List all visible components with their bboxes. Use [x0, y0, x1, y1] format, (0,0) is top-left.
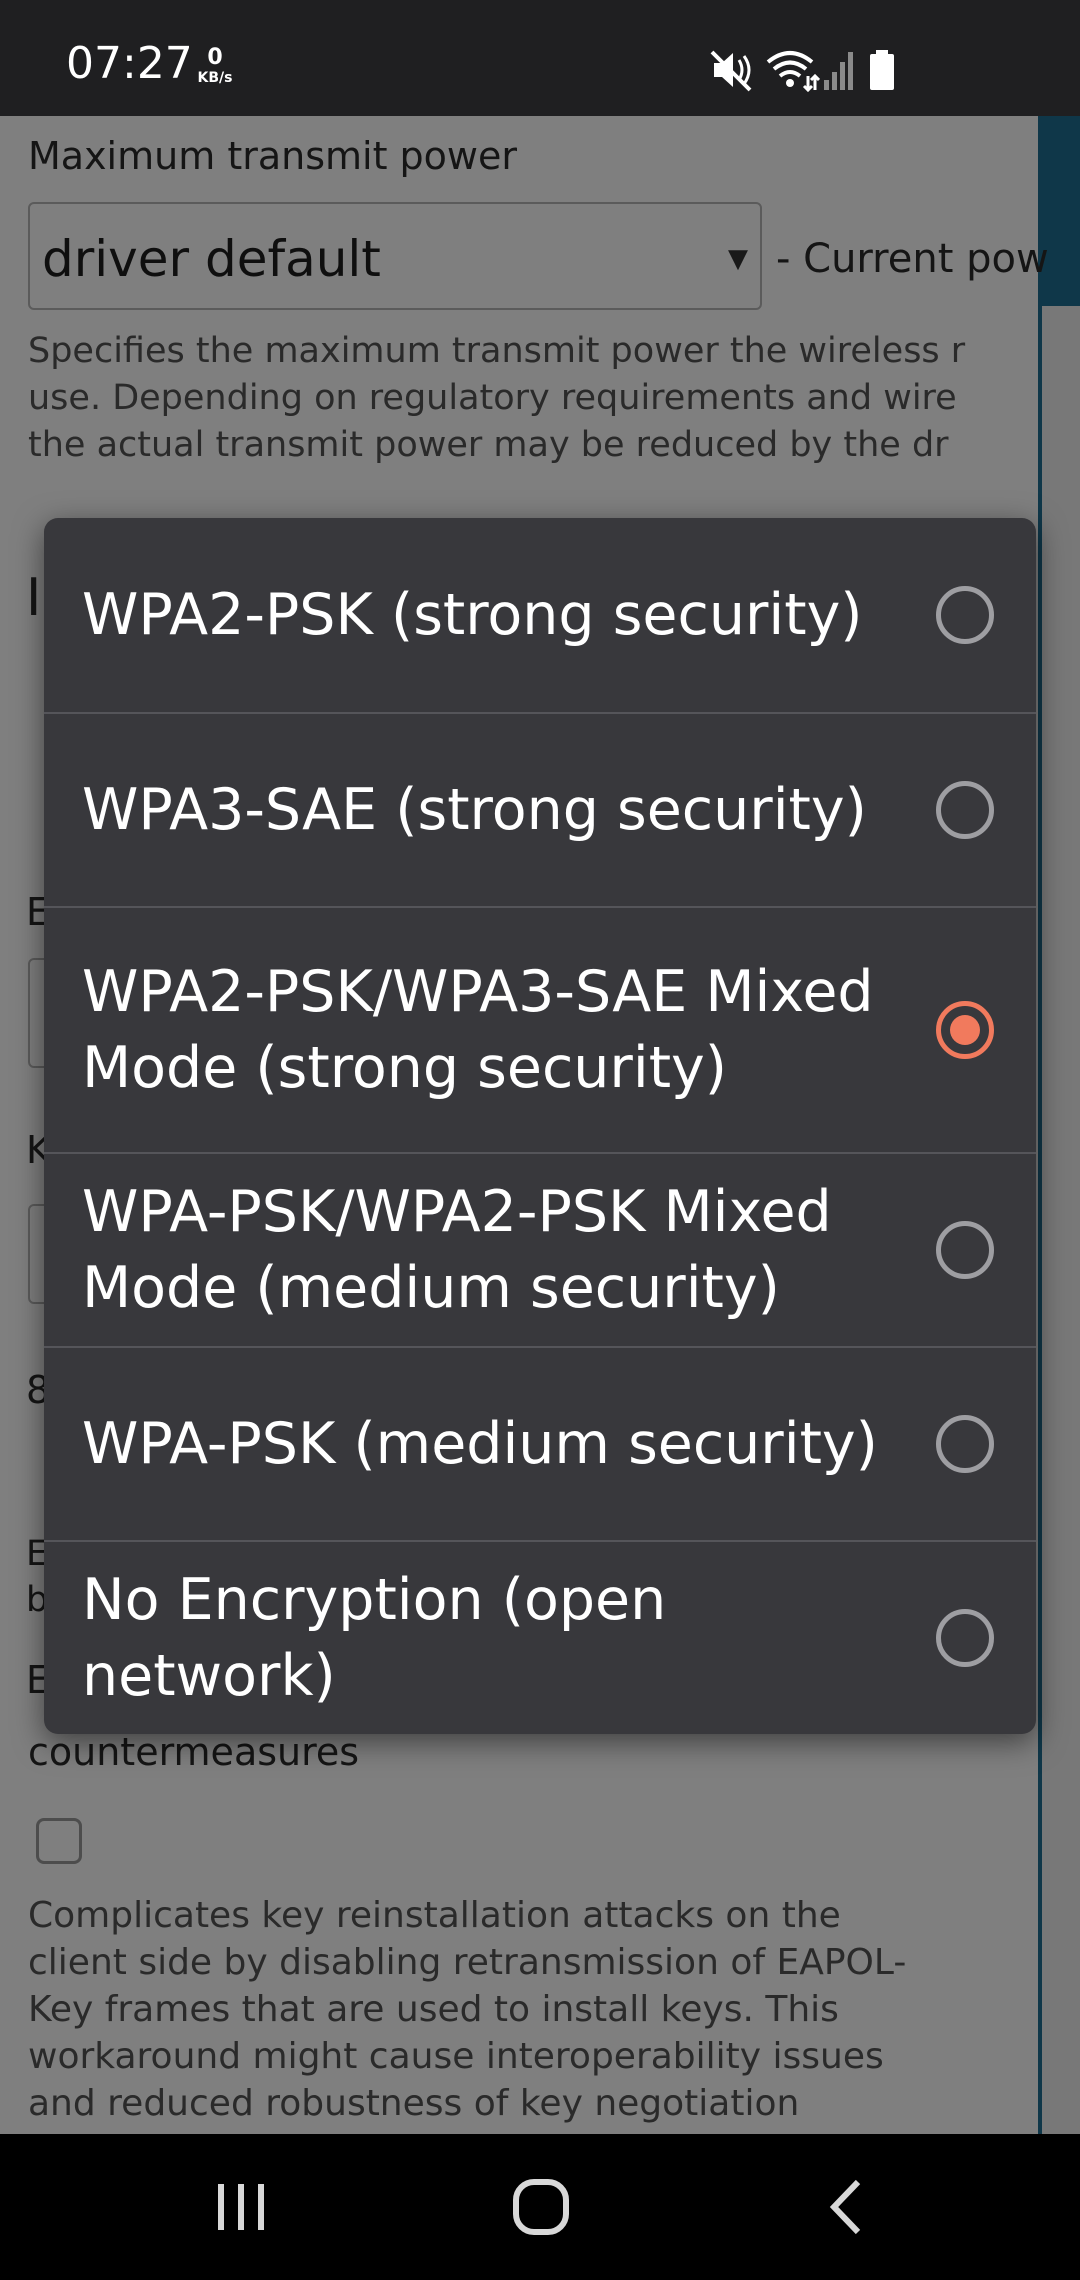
radio-unselected-icon[interactable]: [936, 1609, 994, 1667]
radio-selected-icon[interactable]: [936, 1001, 994, 1059]
wifi-icon: [766, 51, 820, 92]
status-bar: 07:27 0 KB/s: [0, 0, 1080, 116]
option-label: WPA2-PSK (strong security): [82, 582, 863, 648]
mute-icon: [710, 50, 752, 92]
option-wpa2-wpa3-mixed[interactable]: WPA2-PSK/WPA3-SAE Mixed Mode (strong sec…: [44, 906, 1036, 1152]
network-speed-unit: KB/s: [197, 70, 233, 86]
radio-unselected-icon[interactable]: [936, 1221, 994, 1279]
network-speed: 0 KB/s: [190, 45, 240, 87]
option-label: WPA-PSK (medium security): [82, 1411, 878, 1477]
network-speed-value: 0: [207, 45, 223, 70]
home-icon[interactable]: [508, 2174, 574, 2240]
encryption-options-dialog: WPA2-PSK (strong security) WPA3-SAE (str…: [44, 518, 1036, 1734]
radio-unselected-icon[interactable]: [936, 586, 994, 644]
option-wpa-wpa2-mixed[interactable]: WPA-PSK/WPA2-PSK Mixed Mode (medium secu…: [44, 1152, 1036, 1346]
option-label: WPA2-PSK/WPA3-SAE Mixed Mode (strong sec…: [82, 959, 874, 1101]
navigation-bar: [0, 2134, 1080, 2280]
radio-unselected-icon[interactable]: [936, 1415, 994, 1473]
recent-apps-icon[interactable]: [210, 2174, 272, 2240]
option-label: WPA-PSK/WPA2-PSK Mixed Mode (medium secu…: [82, 1179, 832, 1321]
status-time: 07:27: [66, 38, 193, 89]
radio-unselected-icon[interactable]: [936, 781, 994, 839]
option-wpa-psk[interactable]: WPA-PSK (medium security): [44, 1346, 1036, 1540]
option-wpa3-sae[interactable]: WPA3-SAE (strong security): [44, 712, 1036, 906]
screen: 07:27 0 KB/s WPA2-PSK (strong security) …: [0, 0, 1080, 2280]
back-icon[interactable]: [816, 2174, 878, 2240]
battery-icon: [870, 50, 894, 90]
option-wpa2-psk[interactable]: WPA2-PSK (strong security): [44, 518, 1036, 712]
signal-icon: [824, 52, 853, 90]
option-label: No Encryption (open network): [82, 1567, 667, 1709]
option-label: WPA3-SAE (strong security): [82, 777, 867, 843]
option-no-encryption[interactable]: No Encryption (open network): [44, 1540, 1036, 1734]
